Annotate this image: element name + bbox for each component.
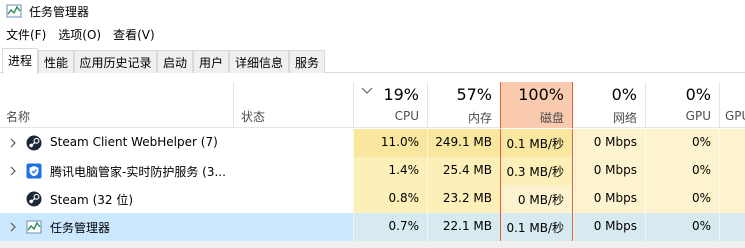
column-disk[interactable]: 100% 磁盘	[500, 82, 573, 128]
gpu-engine-cell	[719, 213, 745, 241]
gpu-cell: 0%	[645, 213, 719, 241]
memory-label: 内存	[467, 111, 492, 125]
expand-chevron-icon[interactable]	[9, 222, 17, 232]
gpu-total-percent: 0%	[685, 85, 711, 104]
menu-bar: 文件(F) 选项(O) 查看(V)	[0, 24, 161, 44]
memory-cell: 249.1 MB	[427, 129, 500, 157]
memory-cell: 22.1 MB	[427, 213, 500, 241]
menu-options[interactable]: 选项(O)	[52, 24, 107, 44]
gpu-engine-cell	[719, 129, 745, 157]
process-row[interactable]: 任务管理器 0.7% 22.1 MB 0.1 MB/秒 0 Mbps 0%	[0, 213, 745, 241]
window-title: 任务管理器	[29, 5, 90, 19]
network-total-percent: 0%	[611, 85, 637, 104]
memory-cell: 23.2 MB	[427, 185, 500, 213]
network-cell: 0 Mbps	[573, 185, 645, 213]
column-gpu-engine[interactable]: GPU	[719, 82, 745, 128]
gpu-engine-cell	[719, 157, 745, 185]
cpu-cell: 11.0%	[353, 129, 427, 157]
network-label: 网络	[612, 111, 637, 125]
network-cell: 0 Mbps	[573, 157, 645, 185]
cpu-label: CPU	[394, 109, 419, 123]
process-name: Steam Client WebHelper (7)	[50, 135, 218, 149]
tencent-shield-icon	[26, 163, 42, 179]
steam-icon	[26, 135, 42, 151]
disk-total-percent: 100%	[518, 85, 564, 104]
menu-view[interactable]: 查看(V)	[107, 24, 161, 44]
network-cell: 0 Mbps	[573, 129, 645, 157]
expand-chevron-icon[interactable]	[9, 138, 17, 148]
gpu-cell: 0%	[645, 185, 719, 213]
process-name-cell[interactable]: Steam Client WebHelper (7)	[0, 129, 353, 157]
horizontal-scrollbar[interactable]	[0, 241, 745, 248]
expand-chevron-icon[interactable]	[9, 166, 17, 176]
process-row[interactable]: Steam Client WebHelper (7) 11.0% 249.1 M…	[0, 129, 745, 157]
process-name: 任务管理器	[50, 221, 111, 235]
cpu-cell: 0.7%	[353, 213, 427, 241]
column-gpu[interactable]: 0% GPU	[645, 82, 719, 128]
network-cell: 0 Mbps	[573, 213, 645, 241]
tab-details[interactable]: 详细信息	[229, 50, 289, 73]
task-manager-app-icon	[6, 4, 22, 18]
steam-icon	[26, 191, 42, 207]
column-name[interactable]: 名称	[6, 108, 30, 125]
process-name: Steam (32 位)	[50, 193, 134, 207]
tab-startup[interactable]: 启动	[157, 50, 193, 73]
memory-cell: 25.4 MB	[427, 157, 500, 185]
menu-file[interactable]: 文件(F)	[0, 24, 52, 44]
title-bar: 任务管理器	[0, 0, 745, 22]
disk-label: 磁盘	[539, 111, 564, 125]
disk-cell: 0.3 MB/秒	[500, 157, 573, 185]
memory-total-percent: 57%	[456, 85, 492, 104]
gpu-engine-label: GPU	[725, 109, 745, 123]
disk-cell: 0.1 MB/秒	[500, 129, 573, 157]
gpu-label: GPU	[685, 109, 711, 123]
cpu-cell: 0.8%	[353, 185, 427, 213]
tab-services[interactable]: 服务	[289, 50, 325, 73]
cpu-total-percent: 19%	[383, 85, 419, 104]
process-name-cell[interactable]: 腾讯电脑管家-实时防护服务 (3...	[0, 157, 353, 185]
cpu-cell: 1.4%	[353, 157, 427, 185]
column-memory[interactable]: 57% 内存	[427, 82, 500, 128]
process-row[interactable]: Steam (32 位) 0.8% 23.2 MB 0 MB/秒 0 Mbps …	[0, 185, 745, 213]
disk-cell: 0.1 MB/秒	[500, 213, 573, 241]
tab-bar: 进程 性能 应用历史记录 启动 用户 详细信息 服务	[0, 48, 745, 74]
sort-chevron-icon[interactable]	[361, 87, 373, 95]
gpu-cell: 0%	[645, 157, 719, 185]
gpu-cell: 0%	[645, 129, 719, 157]
tab-app-history[interactable]: 应用历史记录	[74, 50, 157, 73]
process-row[interactable]: 腾讯电脑管家-实时防护服务 (3... 1.4% 25.4 MB 0.3 MB/…	[0, 157, 745, 185]
gpu-engine-cell	[719, 185, 745, 213]
column-status[interactable]: 状态	[241, 108, 265, 125]
tab-performance[interactable]: 性能	[38, 50, 74, 73]
disk-cell: 0 MB/秒	[500, 185, 573, 213]
column-divider[interactable]	[233, 82, 234, 128]
process-name: 腾讯电脑管家-实时防护服务 (3...	[50, 165, 226, 179]
tab-processes[interactable]: 进程	[2, 48, 38, 74]
task-manager-icon	[26, 220, 42, 234]
process-name-cell[interactable]: Steam (32 位)	[0, 185, 353, 213]
process-name-cell[interactable]: 任务管理器	[0, 213, 353, 241]
tab-users[interactable]: 用户	[193, 50, 229, 73]
column-network[interactable]: 0% 网络	[573, 82, 645, 128]
